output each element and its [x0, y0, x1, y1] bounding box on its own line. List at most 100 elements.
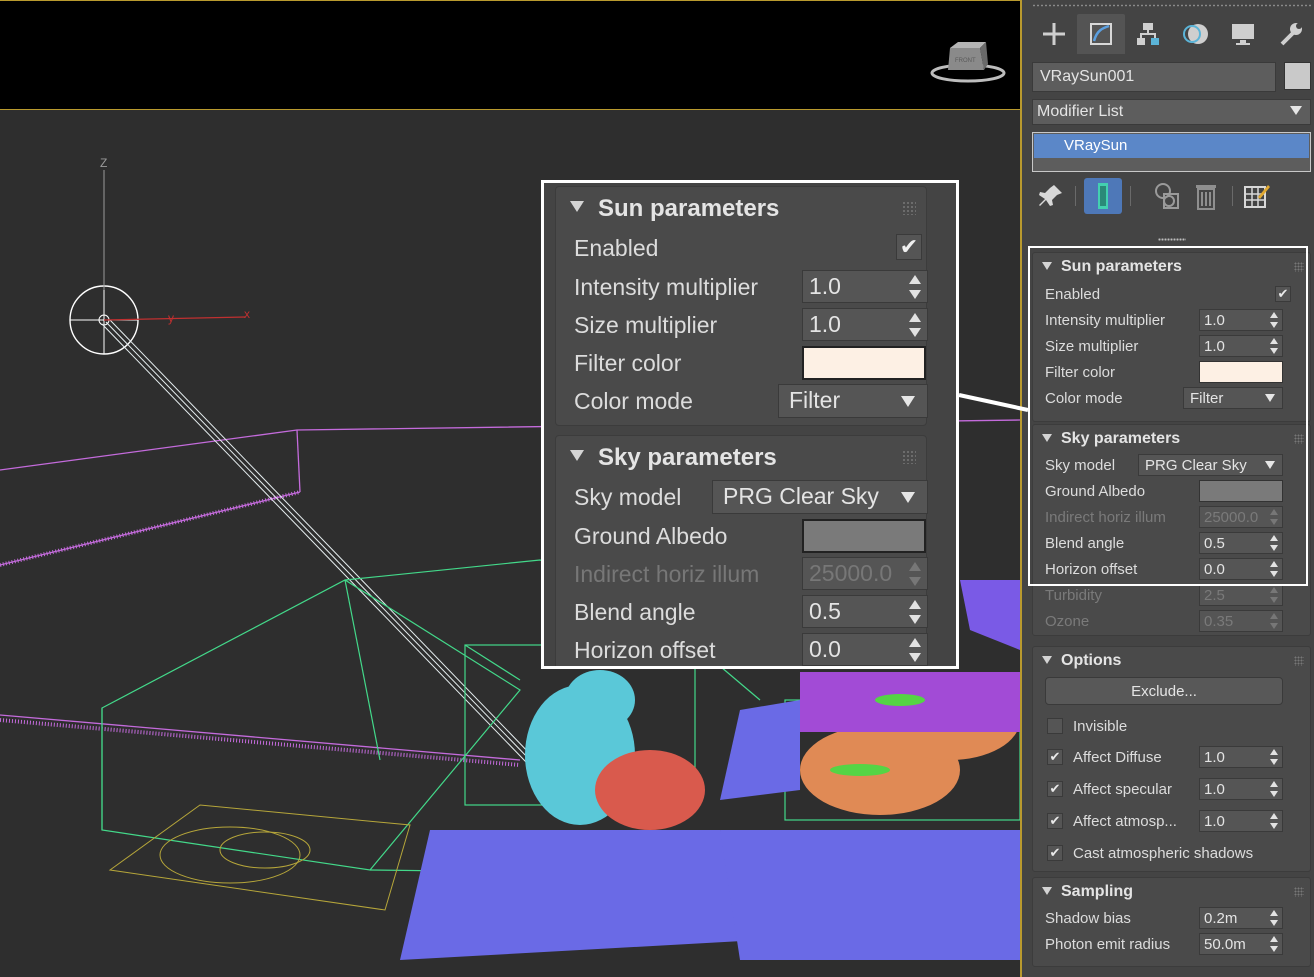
affect-atmospherics-spinner[interactable]: 1.0	[1199, 810, 1283, 832]
pin-stack-button[interactable]	[1032, 178, 1070, 214]
configure-sets-icon	[1244, 185, 1270, 208]
callout-sun-header[interactable]: Sun parameters	[556, 187, 926, 225]
callout-sky-header[interactable]: Sky parameters	[556, 436, 926, 474]
affect-atmospherics-label: Affect atmosp...	[1073, 813, 1177, 830]
rollout-grip-icon	[1294, 656, 1304, 666]
filter-color-label: Filter color	[1045, 364, 1116, 381]
horizon-offset-spinner[interactable]: 0.0	[1199, 558, 1283, 580]
invisible-row: Invisible	[1045, 715, 1307, 739]
horizon-offset-row: Horizon offset 0.0	[1045, 558, 1307, 582]
affect-atmospherics-row: ✔ Affect atmosp... 1.0	[1045, 810, 1307, 834]
enabled-checkbox[interactable]: ✔	[1275, 286, 1291, 302]
callout-sun-parameters: Sun parameters Enabled ✔ Intensity multi…	[555, 186, 928, 426]
blend-angle-spinner[interactable]: 0.5	[1199, 532, 1283, 554]
remove-modifier-button[interactable]	[1187, 178, 1225, 214]
callout-albedo-label: Ground Albedo	[574, 523, 728, 549]
callout-blend-spinner[interactable]: 0.5	[802, 595, 928, 628]
collapse-triangle-icon	[1042, 262, 1052, 270]
callout-blend-label: Blend angle	[574, 599, 696, 625]
callout-sky-parameters: Sky parameters Sky model PRG Clear Sky G…	[555, 435, 928, 666]
indirect-row: Indirect horiz illum 25000.0	[1045, 506, 1307, 530]
chevron-down-icon	[1290, 106, 1302, 115]
callout-color-mode-row: Color mode Filter	[574, 384, 928, 418]
sun-target-line	[101, 319, 535, 763]
color-mode-row: Color mode Filter	[1045, 387, 1307, 411]
collapse-triangle-icon	[1042, 887, 1052, 895]
tab-display[interactable]	[1219, 14, 1266, 54]
object-color-swatch[interactable]	[1284, 62, 1311, 90]
rollout-grip-icon	[902, 450, 916, 464]
sky-parameters-header[interactable]: Sky parameters	[1033, 425, 1310, 451]
callout-size-spinner[interactable]: 1.0	[802, 308, 928, 341]
shadow-bias-spinner[interactable]: 0.2m	[1199, 907, 1283, 929]
horizon-offset-label: Horizon offset	[1045, 561, 1138, 578]
sampling-header[interactable]: Sampling	[1033, 878, 1310, 904]
callout-sky-model-row: Sky model PRG Clear Sky	[574, 480, 928, 514]
tab-create[interactable]	[1030, 14, 1077, 54]
options-rollout: Options Exclude... Invisible ✔ Affect Di…	[1032, 646, 1311, 872]
photon-radius-spinner[interactable]: 50.0m	[1199, 933, 1283, 955]
rollout-title: Options	[1061, 652, 1122, 669]
ozone-label: Ozone	[1045, 613, 1090, 630]
make-unique-button[interactable]	[1148, 178, 1186, 214]
callout-sky-model-dropdown[interactable]: PRG Clear Sky	[712, 480, 928, 514]
affect-specular-spinner[interactable]: 1.0	[1199, 778, 1283, 800]
viewcube-icon[interactable]: FRONT	[928, 40, 1008, 86]
ground-albedo-swatch[interactable]	[1199, 480, 1283, 502]
callout-intensity-row: Intensity multiplier 1.0	[574, 270, 928, 304]
affect-specular-checkbox[interactable]: ✔	[1047, 781, 1063, 797]
ground-albedo-label: Ground Albedo	[1045, 483, 1146, 500]
callout-color-mode-dropdown[interactable]: Filter	[778, 384, 928, 418]
callout-intensity-spinner[interactable]: 1.0	[802, 270, 928, 303]
options-header[interactable]: Options	[1033, 647, 1310, 673]
modifier-list-dropdown[interactable]: Modifier List	[1032, 99, 1311, 125]
tab-utilities[interactable]	[1267, 14, 1314, 54]
modifier-stack[interactable]: VRaySun	[1032, 132, 1311, 172]
configure-sets-button[interactable]	[1238, 178, 1276, 214]
affect-diffuse-checkbox[interactable]: ✔	[1047, 749, 1063, 765]
panel-drag-handle[interactable]	[1032, 4, 1312, 7]
blend-angle-row: Blend angle 0.5	[1045, 532, 1307, 556]
callout-horizon-row: Horizon offset 0.0	[574, 633, 928, 666]
invisible-checkbox[interactable]	[1047, 718, 1063, 734]
callout-enabled-checkbox[interactable]: ✔	[896, 234, 922, 260]
callout-albedo-row: Ground Albedo	[574, 519, 928, 553]
callout-horizon-spinner[interactable]: 0.0	[802, 633, 928, 666]
invisible-label: Invisible	[1073, 718, 1128, 735]
color-mode-dropdown[interactable]: Filter	[1183, 387, 1283, 409]
callout-horizon-label: Horizon offset	[574, 637, 716, 663]
indirect-spinner: 25000.0	[1199, 506, 1283, 528]
create-icon	[1042, 23, 1065, 45]
turbidity-label: Turbidity	[1045, 587, 1102, 604]
tab-hierarchy[interactable]	[1125, 14, 1172, 54]
collapse-triangle-icon	[1042, 656, 1052, 664]
stack-item-vraysun[interactable]: VRaySun	[1034, 134, 1309, 158]
blend-angle-label: Blend angle	[1045, 535, 1125, 552]
stack-toolbar	[1032, 178, 1312, 214]
rollout-title: Sampling	[1061, 883, 1134, 900]
sky-model-dropdown[interactable]: PRG Clear Sky	[1138, 454, 1283, 476]
affect-atmospherics-checkbox[interactable]: ✔	[1047, 813, 1063, 829]
size-spinner[interactable]: 1.0	[1199, 335, 1283, 357]
cast-shadows-checkbox[interactable]: ✔	[1047, 845, 1063, 861]
show-end-result-button[interactable]	[1084, 178, 1122, 214]
tab-modify[interactable]	[1077, 14, 1125, 54]
object-name-field[interactable]: VRaySun001	[1032, 62, 1276, 92]
svg-text:FRONT: FRONT	[955, 58, 976, 64]
callout-albedo-swatch[interactable]	[802, 519, 926, 553]
tab-motion[interactable]	[1172, 14, 1219, 54]
command-panel-tabs	[1030, 14, 1314, 54]
rollout-resize-grip[interactable]	[1158, 238, 1186, 241]
intensity-label: Intensity multiplier	[1045, 312, 1166, 329]
sun-parameters-header[interactable]: Sun parameters	[1033, 253, 1310, 279]
axis-z-label: Z	[100, 156, 107, 170]
callout-filter-swatch[interactable]	[802, 346, 926, 380]
exclude-button[interactable]: Exclude...	[1045, 677, 1283, 705]
rollout-grip-icon	[1294, 262, 1304, 272]
affect-diffuse-spinner[interactable]: 1.0	[1199, 746, 1283, 768]
intensity-row: Intensity multiplier 1.0	[1045, 309, 1307, 333]
filter-color-swatch[interactable]	[1199, 361, 1283, 383]
callout-size-label: Size multiplier	[574, 312, 718, 338]
intensity-spinner[interactable]: 1.0	[1199, 309, 1283, 331]
sun-parameters-rollout: Sun parameters Enabled ✔ Intensity multi…	[1032, 252, 1311, 422]
